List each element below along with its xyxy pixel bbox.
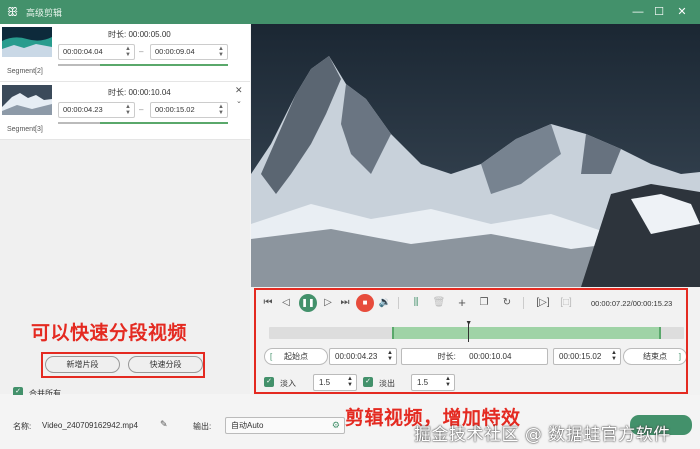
range-separator: – xyxy=(139,47,144,56)
segment-start-input[interactable]: 00:00:04.23 ▲ ▼ xyxy=(58,102,135,118)
maximize-icon[interactable]: ☐ xyxy=(651,4,667,20)
minimize-icon[interactable]: — xyxy=(630,4,646,20)
edit-icon[interactable]: ✎ xyxy=(160,419,168,430)
segment-start-input[interactable]: 00:00:04.04 ▲ ▼ xyxy=(58,44,135,60)
file-name: Video_240709162942.mp4 xyxy=(42,421,138,430)
segment-end-input[interactable]: 00:00:09.04 ▲ ▼ xyxy=(150,44,228,60)
segment-item[interactable]: Segment[2] 时长: 00:00:05.00 00:00:04.04 ▲ ▼… xyxy=(0,24,250,82)
segment-duration: 时长: 00:00:05.00 xyxy=(108,30,171,39)
segment-label: Segment[2] xyxy=(7,68,43,75)
segment-end-input[interactable]: 00:00:15.02 ▲ ▼ xyxy=(150,102,228,118)
annotation-split: 可以快速分段视频 xyxy=(31,322,188,344)
close-icon[interactable]: ✕ xyxy=(674,4,690,20)
mountain-frame xyxy=(251,24,700,287)
range-separator: – xyxy=(139,105,144,114)
chevron-down-icon[interactable]: ⌄ xyxy=(236,97,242,105)
name-label: 名称: xyxy=(13,422,32,431)
segment-item[interactable]: Segment[3] 时长: 00:00:10.04 00:00:04.23 ▲ ▼… xyxy=(0,82,250,140)
output-label: 输出: xyxy=(193,422,212,431)
close-icon[interactable]: ✕ xyxy=(235,85,243,96)
output-select[interactable]: 自动Auto ⚙ xyxy=(225,417,345,434)
segment-thumbnail xyxy=(2,85,52,115)
quick-split-button[interactable]: 快速分段 xyxy=(128,356,203,373)
segment-duration: 时长: 00:00:10.04 xyxy=(108,88,171,97)
annotation-box xyxy=(254,288,688,394)
add-segment-button[interactable]: 新增片段 xyxy=(45,356,120,373)
segment-progress xyxy=(100,122,228,124)
title-bar: ꕥ 高级剪辑 — ☐ ✕ xyxy=(0,0,700,24)
rabbit-logo-icon: ꕥ xyxy=(7,5,19,19)
segment-thumbnail xyxy=(2,27,52,57)
watermark: 掘金技术社区 @ 数据蛙官方软件 xyxy=(414,425,671,445)
window-title: 高级剪辑 xyxy=(26,8,63,18)
video-preview[interactable] xyxy=(251,24,700,287)
segment-label: Segment[3] xyxy=(7,126,43,133)
app-window: ꕥ 高级剪辑 — ☐ ✕ Segment[2] 时长: 00:00:05.00 … xyxy=(0,0,700,449)
segment-progress xyxy=(100,64,228,66)
